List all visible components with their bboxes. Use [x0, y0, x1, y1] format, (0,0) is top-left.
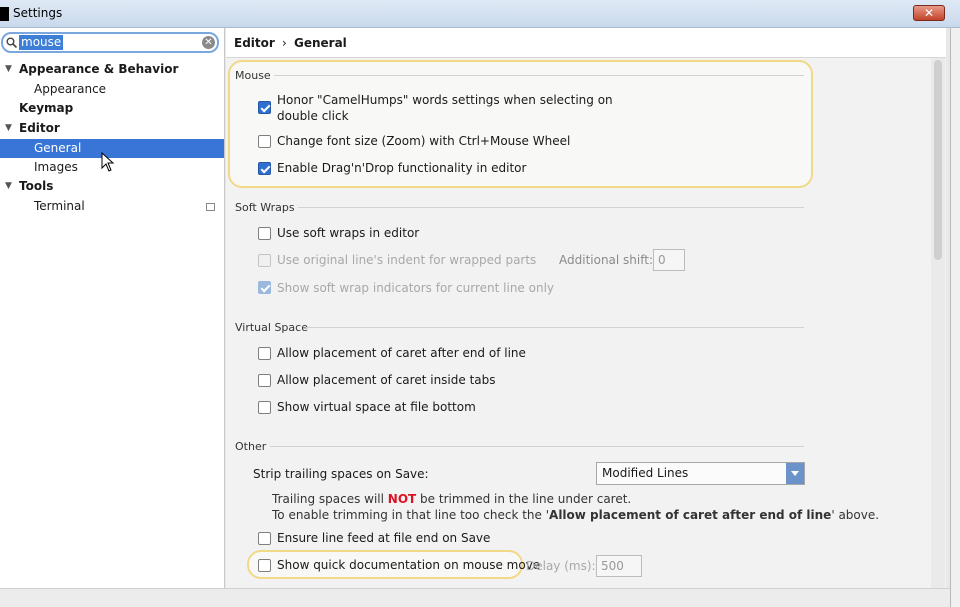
caret-inside-tabs-checkbox[interactable]: [258, 374, 271, 387]
app-icon: [0, 7, 9, 21]
strip-trailing-spaces-value: Modified Lines: [602, 466, 689, 480]
tree-item-editor[interactable]: ▼ Editor: [0, 119, 224, 138]
dialog-footer: [0, 588, 950, 607]
caret-after-eol-checkbox[interactable]: [258, 347, 271, 360]
enable-trimming-note: To enable trimming in that line too chec…: [272, 508, 880, 522]
drag-n-drop-checkbox[interactable]: [258, 162, 271, 175]
strip-trailing-spaces-dropdown[interactable]: Modified Lines: [596, 462, 805, 485]
virtual-space-bottom-checkbox[interactable]: [258, 401, 271, 414]
tree-item-appearance[interactable]: Appearance: [0, 80, 224, 99]
breadcrumb: Editor › General: [226, 28, 946, 58]
mouse-cursor-icon: [101, 152, 115, 172]
original-indent-label: Use original line's indent for wrapped p…: [277, 253, 537, 267]
settings-sidebar: mouse ✕ ▼ Appearance & Behavior Appearan…: [0, 28, 225, 588]
breadcrumb-parent: Editor: [234, 36, 275, 50]
window-edge: [950, 28, 960, 607]
clear-search-icon[interactable]: ✕: [202, 36, 215, 49]
virtual-space-bottom-label: Show virtual space at file bottom: [277, 400, 476, 414]
close-button[interactable]: ✕: [913, 5, 945, 21]
soft-wrap-indicators-label: Show soft wrap indicators for current li…: [277, 281, 555, 295]
zoom-ctrl-wheel-checkbox[interactable]: [258, 135, 271, 148]
breadcrumb-separator: ›: [282, 36, 287, 50]
window-title: Settings: [13, 6, 63, 20]
group-title-virtual-space: Virtual Space: [235, 321, 308, 334]
settings-content: Editor › General Mouse Honor "CamelHumps…: [226, 28, 946, 588]
expand-arrow-icon[interactable]: ▼: [5, 177, 12, 196]
soft-wrap-indicators-checkbox[interactable]: [258, 281, 271, 294]
group-title-mouse: Mouse: [235, 69, 271, 82]
breadcrumb-current: General: [294, 36, 347, 50]
scrollbar-thumb[interactable]: [934, 60, 942, 260]
additional-shift-input[interactable]: 0: [653, 249, 685, 271]
trailing-spaces-note: Trailing spaces will NOT be trimmed in t…: [272, 492, 632, 506]
delay-label: Delay (ms):: [526, 559, 596, 573]
chevron-down-icon[interactable]: [786, 463, 804, 484]
tree-item-appearance-behavior[interactable]: ▼ Appearance & Behavior: [0, 60, 224, 79]
tree-item-tools[interactable]: ▼ Tools: [0, 177, 224, 196]
search-icon: [6, 37, 17, 48]
caret-after-eol-label: Allow placement of caret after end of li…: [277, 346, 526, 360]
ensure-line-feed-label: Ensure line feed at file end on Save: [277, 531, 491, 545]
ensure-line-feed-checkbox[interactable]: [258, 532, 271, 545]
original-indent-checkbox[interactable]: [258, 254, 271, 267]
use-soft-wraps-checkbox[interactable]: [258, 227, 271, 240]
tree-item-terminal[interactable]: Terminal: [0, 197, 224, 216]
additional-shift-label: Additional shift:: [559, 253, 654, 267]
caret-inside-tabs-label: Allow placement of caret inside tabs: [277, 373, 496, 387]
expand-arrow-icon[interactable]: ▼: [5, 119, 12, 138]
divider: [274, 75, 804, 76]
honor-camelhumps-label-line1: Honor "CamelHumps" words settings when s…: [277, 93, 613, 107]
divider: [298, 207, 804, 208]
tree-item-keymap[interactable]: Keymap: [0, 99, 224, 118]
divider: [306, 327, 804, 328]
project-settings-icon: [206, 203, 215, 211]
use-soft-wraps-label: Use soft wraps in editor: [277, 226, 420, 240]
delay-input[interactable]: 500: [596, 555, 642, 577]
zoom-ctrl-wheel-label: Change font size (Zoom) with Ctrl+Mouse …: [277, 134, 571, 148]
strip-trailing-spaces-label: Strip trailing spaces on Save:: [253, 467, 429, 481]
group-title-soft-wraps: Soft Wraps: [235, 201, 295, 214]
divider: [270, 446, 804, 447]
title-bar: Settings ✕: [0, 0, 960, 28]
group-title-other: Other: [235, 440, 267, 453]
quick-documentation-checkbox[interactable]: [258, 559, 271, 572]
quick-documentation-label: Show quick documentation on mouse move: [277, 558, 541, 572]
expand-arrow-icon[interactable]: ▼: [5, 60, 12, 79]
search-query[interactable]: mouse: [19, 35, 64, 50]
drag-n-drop-label: Enable Drag'n'Drop functionality in edit…: [277, 161, 527, 175]
honor-camelhumps-checkbox[interactable]: [258, 101, 271, 114]
search-input[interactable]: mouse ✕: [1, 32, 219, 53]
honor-camelhumps-label-line2: double click: [277, 109, 349, 123]
